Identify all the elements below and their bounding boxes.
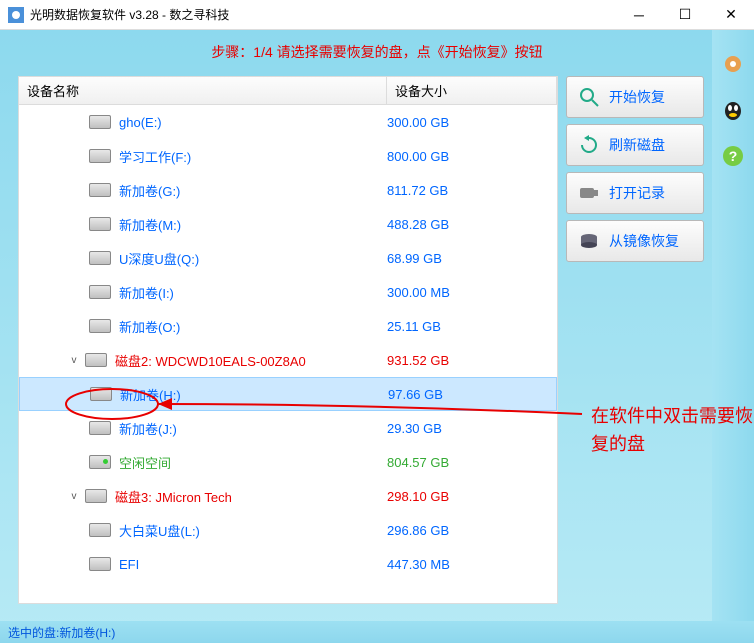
- row-name: U深度U盘(Q:): [119, 249, 199, 268]
- right-toolbar: ?: [712, 30, 754, 643]
- table-header: 设备名称 设备大小: [19, 77, 557, 105]
- row-name: gho(E:): [119, 115, 162, 130]
- row-size: 800.00 GB: [387, 149, 557, 164]
- step-instruction: 步骤：1/4 请选择需要恢复的盘，点《开始恢复》按钮: [0, 30, 754, 72]
- expand-toggle[interactable]: v: [67, 355, 81, 366]
- volume-row[interactable]: 新加卷(M:) 488.28 GB: [19, 207, 557, 241]
- row-size: 931.52 GB: [387, 353, 557, 368]
- row-size: 97.66 GB: [388, 387, 556, 402]
- row-size: 29.30 GB: [387, 421, 557, 436]
- help-icon[interactable]: ?: [719, 142, 747, 170]
- disk-row[interactable]: v 磁盘3: JMicron Tech 298.10 GB: [19, 479, 557, 513]
- drive-icon: [89, 421, 111, 435]
- from-image-button[interactable]: 从镜像恢复: [566, 220, 704, 262]
- volume-row[interactable]: 新加卷(J:) 29.30 GB: [19, 411, 557, 445]
- titlebar: 光明数据恢复软件 v3.28 - 数之寻科技 ─ ☐ ✕: [0, 0, 754, 30]
- drive-icon: [85, 353, 107, 367]
- window-title: 光明数据恢复软件 v3.28 - 数之寻科技: [30, 6, 616, 23]
- status-bar: 选中的盘:新加卷(H:): [0, 621, 754, 643]
- row-size: 447.30 MB: [387, 557, 557, 572]
- drive-icon: [89, 523, 111, 537]
- drive-icon: [89, 217, 111, 231]
- row-size: 488.28 GB: [387, 217, 557, 232]
- volume-row[interactable]: 新加卷(H:) 97.66 GB: [19, 377, 557, 411]
- row-size: 25.11 GB: [387, 319, 557, 334]
- table-body: gho(E:) 300.00 GB 学习工作(F:) 800.00 GB 新加卷(G:)…: [19, 105, 557, 603]
- drive-icon: [89, 285, 111, 299]
- device-list-panel: 设备名称 设备大小 gho(E:) 300.00 GB 学习工作(F:) 800.00…: [18, 76, 558, 604]
- maximize-button[interactable]: ☐: [662, 0, 708, 30]
- disk-icon: [577, 229, 601, 253]
- row-name: EFI: [119, 557, 139, 572]
- drive-icon: [85, 489, 107, 503]
- row-name: 磁盘3: JMicron Tech: [115, 487, 232, 506]
- row-size: 811.72 GB: [387, 183, 557, 198]
- close-button[interactable]: ✕: [708, 0, 754, 30]
- open-log-button[interactable]: 打开记录: [566, 172, 704, 214]
- volume-row[interactable]: 空闲空间 804.57 GB: [19, 445, 557, 479]
- disk-row[interactable]: v 磁盘2: WDCWD10EALS-00Z8A0 931.52 GB: [19, 343, 557, 377]
- button-label: 打开记录: [609, 183, 665, 203]
- drive-icon: [89, 455, 111, 469]
- volume-row[interactable]: U深度U盘(Q:) 68.99 GB: [19, 241, 557, 275]
- col-name[interactable]: 设备名称: [19, 77, 387, 104]
- row-name: 新加卷(J:): [119, 419, 177, 438]
- volume-row[interactable]: 新加卷(I:) 300.00 MB: [19, 275, 557, 309]
- drive-icon: [90, 387, 112, 401]
- row-size: 296.86 GB: [387, 523, 557, 538]
- volume-row[interactable]: gho(E:) 300.00 GB: [19, 105, 557, 139]
- row-size: 804.57 GB: [387, 455, 557, 470]
- row-size: 300.00 MB: [387, 285, 557, 300]
- refresh-disk-button[interactable]: 刷新磁盘: [566, 124, 704, 166]
- drive-icon: [89, 149, 111, 163]
- row-size: 68.99 GB: [387, 251, 557, 266]
- col-size[interactable]: 设备大小: [387, 77, 557, 104]
- expand-toggle[interactable]: v: [67, 491, 81, 502]
- drive-icon: [89, 115, 111, 129]
- magnify-icon: [577, 85, 601, 109]
- volume-row[interactable]: 学习工作(F:) 800.00 GB: [19, 139, 557, 173]
- row-name: 空闲空间: [119, 453, 171, 472]
- volume-row[interactable]: EFI 447.30 MB: [19, 547, 557, 581]
- row-name: 新加卷(M:): [119, 215, 181, 234]
- row-name: 大白菜U盘(L:): [119, 521, 200, 540]
- row-name: 学习工作(F:): [119, 147, 191, 166]
- svg-text:?: ?: [729, 148, 738, 164]
- row-size: 298.10 GB: [387, 489, 557, 504]
- qq-icon[interactable]: [719, 96, 747, 124]
- drive-icon: [89, 557, 111, 571]
- volume-row[interactable]: 新加卷(G:) 811.72 GB: [19, 173, 557, 207]
- drive-icon: [89, 183, 111, 197]
- button-label: 刷新磁盘: [609, 135, 665, 155]
- row-name: 新加卷(O:): [119, 317, 180, 336]
- minimize-button[interactable]: ─: [616, 0, 662, 30]
- app-icon: [8, 7, 24, 23]
- button-label: 从镜像恢复: [609, 231, 679, 251]
- button-label: 开始恢复: [609, 87, 665, 107]
- row-name: 磁盘2: WDCWD10EALS-00Z8A0: [115, 351, 306, 370]
- refresh-icon: [577, 133, 601, 157]
- gear-icon[interactable]: [719, 50, 747, 78]
- drive-icon: [89, 251, 111, 265]
- row-name: 新加卷(H:): [120, 385, 181, 404]
- camera-icon: [577, 181, 601, 205]
- status-text: 选中的盘:新加卷(H:): [8, 624, 115, 641]
- volume-row[interactable]: 大白菜U盘(L:) 296.86 GB: [19, 513, 557, 547]
- row-name: 新加卷(I:): [119, 283, 174, 302]
- volume-row[interactable]: 新加卷(O:) 25.11 GB: [19, 309, 557, 343]
- drive-icon: [89, 319, 111, 333]
- row-size: 300.00 GB: [387, 115, 557, 130]
- start-recovery-button[interactable]: 开始恢复: [566, 76, 704, 118]
- row-name: 新加卷(G:): [119, 181, 180, 200]
